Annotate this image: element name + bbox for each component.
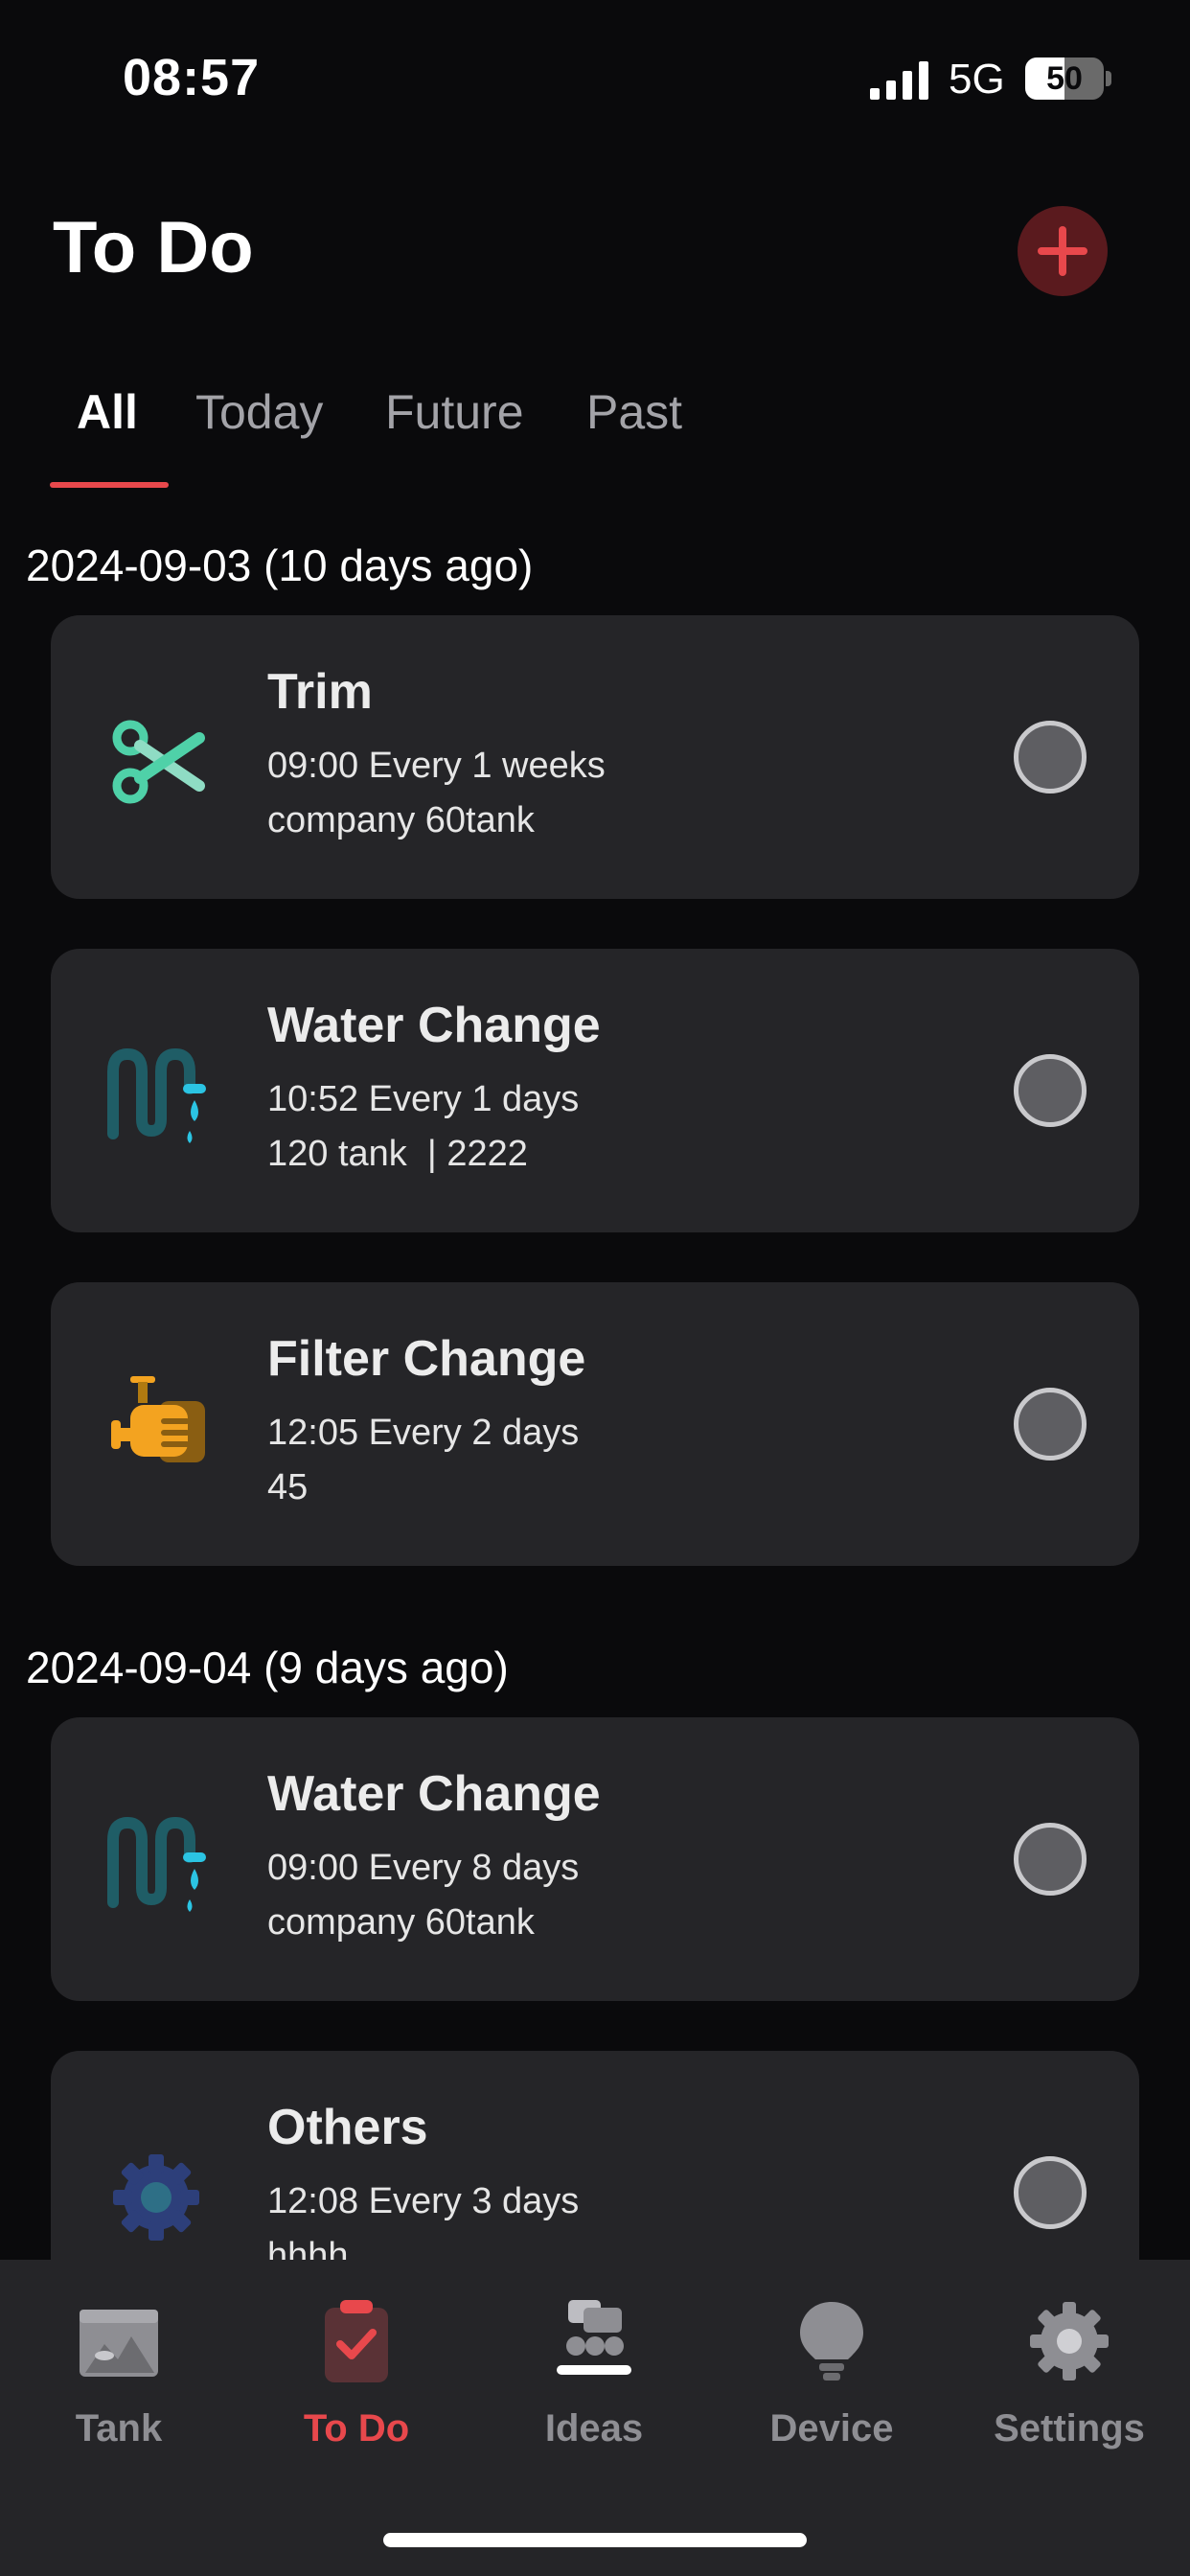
complete-checkbox[interactable] bbox=[1014, 1054, 1087, 1127]
status-bar: 08:57 5G 50 bbox=[0, 0, 1190, 153]
task-detail: company 60tank bbox=[267, 800, 535, 840]
task-card[interactable]: Water Change 09:00 Every 8 days company … bbox=[51, 1717, 1139, 2001]
scissors-icon bbox=[112, 720, 205, 804]
filter-icon bbox=[111, 1376, 205, 1462]
tab-bar-label: Device bbox=[769, 2407, 894, 2450]
task-title: Trim bbox=[267, 664, 373, 720]
task-schedule: 12:05 Every 2 days bbox=[267, 1413, 580, 1453]
tab-bar-label: To Do bbox=[303, 2407, 410, 2450]
add-task-button[interactable] bbox=[1018, 206, 1108, 296]
filter-tabs: All Today Future Past bbox=[50, 379, 721, 494]
tab-bar-label: Ideas bbox=[544, 2407, 644, 2450]
complete-checkbox[interactable] bbox=[1014, 1823, 1087, 1896]
tab-past[interactable]: Past bbox=[586, 379, 682, 446]
battery-percent: 50 bbox=[1046, 60, 1083, 97]
complete-checkbox[interactable] bbox=[1014, 1388, 1087, 1460]
task-card[interactable]: Filter Change 12:05 Every 2 days 45 bbox=[51, 1282, 1139, 1566]
task-detail: 120 tank | 2222 bbox=[267, 1134, 528, 1174]
tab-bar-label: Settings bbox=[994, 2407, 1145, 2450]
plus-icon bbox=[1038, 226, 1087, 276]
ideas-icon bbox=[557, 2300, 631, 2375]
task-detail: 45 bbox=[267, 1467, 309, 1507]
status-time: 08:57 bbox=[123, 49, 261, 106]
page-title: To Do bbox=[53, 207, 254, 288]
complete-checkbox[interactable] bbox=[1014, 721, 1087, 794]
tab-today[interactable]: Today bbox=[195, 379, 323, 446]
gear-icon bbox=[113, 2154, 199, 2241]
task-card[interactable]: Others 12:08 Every 3 days hhhh bbox=[51, 2051, 1139, 2260]
section-date-header: 2024-09-03 (10 days ago) bbox=[26, 540, 534, 590]
bottom-tab-bar: Tank To Do Ideas Device Settings bbox=[0, 2260, 1190, 2576]
water-change-icon bbox=[107, 1047, 206, 1143]
active-tab-indicator bbox=[50, 482, 169, 488]
task-card[interactable]: Trim 09:00 Every 1 weeks company 60tank bbox=[51, 615, 1139, 899]
battery-icon: 50 bbox=[1025, 58, 1111, 100]
network-type: 5G bbox=[949, 56, 1005, 103]
settings-gear-icon bbox=[1030, 2302, 1109, 2380]
task-title: Water Change bbox=[267, 1766, 601, 1822]
tab-bar-settings[interactable]: Settings bbox=[973, 2298, 1165, 2471]
task-card[interactable]: Water Change 10:52 Every 1 days 120 tank… bbox=[51, 949, 1139, 1232]
bulb-icon bbox=[800, 2302, 863, 2380]
task-schedule: 09:00 Every 1 weeks bbox=[267, 746, 606, 786]
tank-icon bbox=[80, 2310, 158, 2377]
water-change-icon bbox=[107, 1816, 206, 1912]
task-detail: company 60tank bbox=[267, 1902, 535, 1943]
task-schedule: 10:52 Every 1 days bbox=[267, 1079, 580, 1119]
signal-icon bbox=[870, 61, 928, 100]
section-date-header: 2024-09-04 (9 days ago) bbox=[26, 1643, 509, 1692]
home-indicator[interactable] bbox=[383, 2533, 807, 2547]
tab-all[interactable]: All bbox=[77, 379, 138, 446]
tab-future[interactable]: Future bbox=[385, 379, 524, 446]
tab-bar-device[interactable]: Device bbox=[736, 2298, 927, 2471]
tab-bar-tank[interactable]: Tank bbox=[23, 2298, 215, 2471]
task-title: Filter Change bbox=[267, 1331, 586, 1387]
task-schedule: 12:08 Every 3 days bbox=[267, 2181, 580, 2221]
clipboard-check-icon bbox=[325, 2300, 388, 2382]
tab-bar-todo[interactable]: To Do bbox=[261, 2298, 452, 2471]
tab-bar-label: Tank bbox=[75, 2407, 163, 2450]
task-title: Others bbox=[267, 2100, 428, 2155]
task-detail: hhhh bbox=[267, 2236, 349, 2260]
task-schedule: 09:00 Every 8 days bbox=[267, 1848, 580, 1888]
tab-bar-ideas[interactable]: Ideas bbox=[498, 2298, 690, 2471]
complete-checkbox[interactable] bbox=[1014, 2156, 1087, 2229]
task-title: Water Change bbox=[267, 998, 601, 1053]
